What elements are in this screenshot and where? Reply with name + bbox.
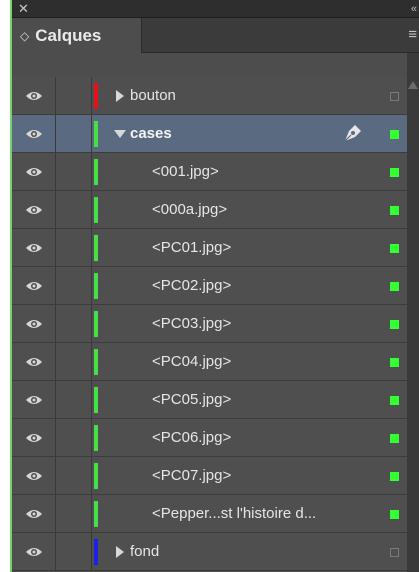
scroll-up-arrow-icon[interactable] bbox=[408, 77, 418, 89]
scrollbar[interactable] bbox=[407, 53, 419, 572]
visibility-eye-icon[interactable] bbox=[12, 457, 56, 494]
visibility-eye-icon[interactable] bbox=[12, 419, 56, 456]
panel-title-bar: ✕ « bbox=[12, 0, 419, 18]
visibility-eye-icon[interactable] bbox=[12, 533, 56, 570]
lock-toggle[interactable] bbox=[56, 343, 92, 380]
layer-color-swatch bbox=[94, 121, 98, 147]
layer-name: fond bbox=[130, 543, 160, 560]
layer-color-swatch bbox=[94, 539, 98, 565]
layer-color-swatch bbox=[94, 235, 98, 261]
lock-toggle[interactable] bbox=[56, 419, 92, 456]
selection-square[interactable] bbox=[390, 168, 399, 177]
layer-color-swatch bbox=[94, 425, 98, 451]
layer-color-swatch bbox=[94, 349, 98, 375]
visibility-eye-icon[interactable] bbox=[12, 115, 56, 152]
tab-label: Calques bbox=[35, 25, 102, 45]
layer-name: cases bbox=[130, 125, 172, 142]
selection-square[interactable] bbox=[390, 206, 399, 215]
layer-item-row[interactable]: <PC05.jpg> bbox=[12, 381, 407, 419]
lock-toggle[interactable] bbox=[56, 229, 92, 266]
layer-item-row[interactable]: <PC06.jpg> bbox=[12, 419, 407, 457]
lock-toggle[interactable] bbox=[56, 381, 92, 418]
selection-square[interactable] bbox=[390, 282, 399, 291]
layer-row[interactable]: bouton bbox=[12, 77, 407, 115]
visibility-eye-icon[interactable] bbox=[12, 267, 56, 304]
layer-row[interactable]: cases bbox=[12, 115, 407, 153]
selection-square[interactable] bbox=[390, 130, 399, 139]
collapse-panel-icon[interactable]: « bbox=[411, 1, 417, 17]
lock-toggle[interactable] bbox=[56, 267, 92, 304]
layer-name: bouton bbox=[130, 87, 176, 104]
layer-item-row[interactable]: <PC01.jpg> bbox=[12, 229, 407, 267]
selection-square[interactable] bbox=[390, 396, 399, 405]
visibility-eye-icon[interactable] bbox=[12, 381, 56, 418]
layer-color-swatch bbox=[94, 83, 98, 109]
layer-name: <PC07.jpg> bbox=[152, 467, 232, 484]
layer-item-row[interactable]: <Pepper...st l'histoire d... bbox=[12, 495, 407, 533]
layers-panel: ✕ « ◇ Calques ≡ bouton cases <001.jpg> <000… bbox=[10, 0, 419, 572]
layer-color-swatch bbox=[94, 197, 98, 223]
panel-spacer bbox=[12, 53, 407, 77]
visibility-eye-icon[interactable] bbox=[12, 343, 56, 380]
layer-name: <001.jpg> bbox=[152, 163, 219, 180]
panel-tab-bar: ◇ Calques ≡ bbox=[12, 18, 419, 53]
selection-square[interactable] bbox=[390, 434, 399, 443]
lock-toggle[interactable] bbox=[56, 495, 92, 532]
lock-toggle[interactable] bbox=[56, 457, 92, 494]
lock-toggle[interactable] bbox=[56, 77, 92, 114]
layer-name: <PC02.jpg> bbox=[152, 277, 232, 294]
close-icon[interactable]: ✕ bbox=[18, 1, 29, 17]
panel-menu-icon[interactable]: ≡ bbox=[408, 26, 417, 44]
layer-color-swatch bbox=[94, 501, 98, 527]
visibility-eye-icon[interactable] bbox=[12, 153, 56, 190]
layer-item-row[interactable]: <PC04.jpg> bbox=[12, 343, 407, 381]
visibility-eye-icon[interactable] bbox=[12, 305, 56, 342]
selection-square[interactable] bbox=[390, 548, 399, 557]
layer-name: <Pepper...st l'histoire d... bbox=[152, 505, 317, 522]
tab-toggle-icon[interactable]: ◇ bbox=[20, 29, 29, 43]
layer-item-row[interactable]: <PC03.jpg> bbox=[12, 305, 407, 343]
layer-color-swatch bbox=[94, 159, 98, 185]
visibility-eye-icon[interactable] bbox=[12, 191, 56, 228]
selection-square[interactable] bbox=[390, 510, 399, 519]
layer-name: <PC01.jpg> bbox=[152, 239, 232, 256]
layer-item-row[interactable]: <PC07.jpg> bbox=[12, 457, 407, 495]
layer-name: <PC06.jpg> bbox=[152, 429, 232, 446]
layer-name: <PC03.jpg> bbox=[152, 315, 232, 332]
selection-square[interactable] bbox=[390, 244, 399, 253]
selection-square[interactable] bbox=[390, 472, 399, 481]
visibility-eye-icon[interactable] bbox=[12, 77, 56, 114]
visibility-eye-icon[interactable] bbox=[12, 229, 56, 266]
expand-triangle-closed-icon[interactable] bbox=[116, 90, 124, 102]
layer-item-row[interactable]: <PC02.jpg> bbox=[12, 267, 407, 305]
lock-toggle[interactable] bbox=[56, 191, 92, 228]
lock-toggle[interactable] bbox=[56, 305, 92, 342]
expand-triangle-closed-icon[interactable] bbox=[116, 546, 124, 558]
selection-square[interactable] bbox=[390, 92, 399, 101]
layer-color-swatch bbox=[94, 311, 98, 337]
expand-triangle-open-icon[interactable] bbox=[114, 130, 126, 138]
layer-name: <PC04.jpg> bbox=[152, 353, 232, 370]
lock-toggle[interactable] bbox=[56, 115, 92, 152]
layer-color-swatch bbox=[94, 273, 98, 299]
layer-color-swatch bbox=[94, 463, 98, 489]
selection-square[interactable] bbox=[390, 320, 399, 329]
layer-name: <000a.jpg> bbox=[152, 201, 228, 218]
layer-color-swatch bbox=[94, 387, 98, 413]
tab-calques[interactable]: ◇ Calques bbox=[12, 18, 142, 53]
selection-square[interactable] bbox=[390, 358, 399, 367]
pen-icon bbox=[341, 121, 365, 145]
lock-toggle[interactable] bbox=[56, 153, 92, 190]
layer-item-row[interactable]: <001.jpg> bbox=[12, 153, 407, 191]
lock-toggle[interactable] bbox=[56, 533, 92, 570]
layer-row[interactable]: fond bbox=[12, 533, 407, 571]
layer-item-row[interactable]: <000a.jpg> bbox=[12, 191, 407, 229]
layers-list: bouton cases <001.jpg> <000a.jpg> <PC01.jpg>… bbox=[12, 77, 407, 571]
visibility-eye-icon[interactable] bbox=[12, 495, 56, 532]
layer-name: <PC05.jpg> bbox=[152, 391, 232, 408]
